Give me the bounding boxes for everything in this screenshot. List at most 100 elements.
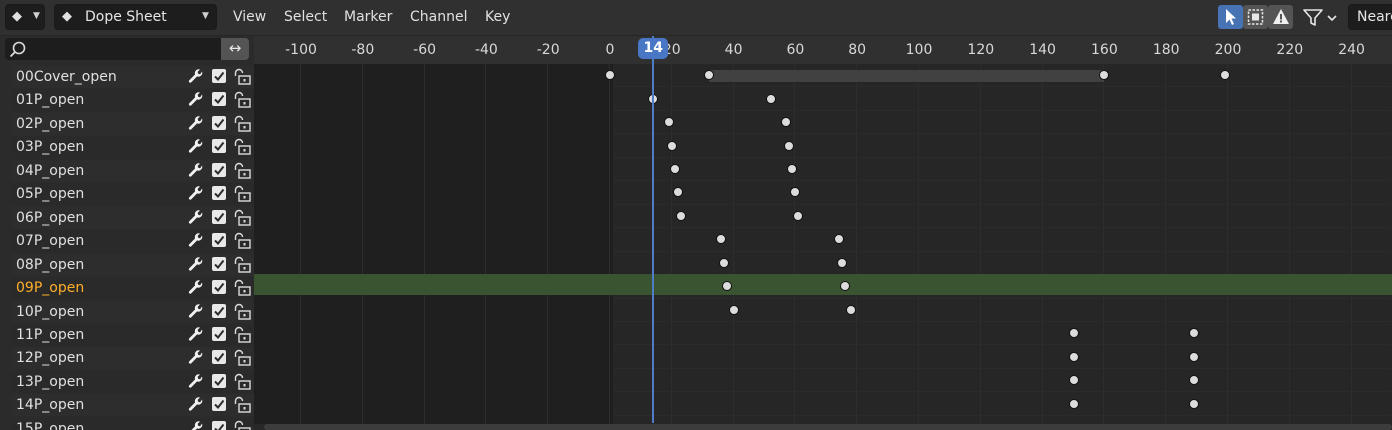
wrench-icon[interactable] [188,116,204,132]
wrench-icon[interactable] [188,186,204,202]
wrench-icon[interactable] [188,139,204,155]
keyframe[interactable] [846,304,857,315]
unlock-icon[interactable] [233,209,253,227]
wrench-icon[interactable] [188,350,204,366]
channel-row[interactable]: 10P_open [12,300,254,323]
only-show-selected-toggle[interactable] [1218,5,1243,29]
unlock-icon[interactable] [233,326,253,344]
playhead-line[interactable] [652,36,655,423]
menu-select[interactable]: Select [284,9,327,25]
keyframe[interactable] [676,210,687,221]
channel-row[interactable]: 08P_open [12,253,254,276]
enable-checkbox[interactable] [212,139,226,154]
horizontal-scrollbar[interactable] [264,424,1392,430]
keyframe[interactable] [1189,351,1199,362]
keyframe[interactable] [765,93,776,104]
enable-checkbox[interactable] [212,350,226,365]
channel-row[interactable]: 07P_open [12,230,254,253]
enable-checkbox[interactable] [212,373,226,388]
channel-row[interactable]: 15P_open [12,417,254,430]
menu-marker[interactable]: Marker [344,9,392,25]
channel-row[interactable]: 02P_open [12,112,254,135]
keyframe-area[interactable] [254,64,1392,424]
keyframe[interactable] [1219,70,1230,81]
unlock-icon[interactable] [233,420,253,430]
keyframe[interactable] [781,117,792,128]
keyframe[interactable] [1189,375,1199,386]
keyframe[interactable] [1068,375,1079,386]
wrench-icon[interactable] [188,397,204,413]
keyframe[interactable] [1068,328,1079,339]
unlock-icon[interactable] [233,256,253,274]
enable-checkbox[interactable] [212,115,226,130]
keyframe[interactable] [719,257,730,268]
keyframe[interactable] [1189,328,1199,339]
mode-dropdown[interactable]: ◆ Dope Sheet ▼ [54,4,217,30]
enable-checkbox[interactable] [212,397,226,412]
keyframe[interactable] [793,210,804,221]
only-show-errors-toggle[interactable] [1268,5,1293,29]
keyframe[interactable] [1189,398,1199,409]
channel-row[interactable]: 04P_open [12,159,254,182]
unlock-icon[interactable] [233,373,253,391]
keyframe[interactable] [672,187,683,198]
enable-checkbox[interactable] [212,69,226,83]
enable-checkbox[interactable] [212,280,226,295]
unlock-icon[interactable] [233,279,253,297]
wrench-icon[interactable] [188,374,204,390]
wrench-icon[interactable] [188,209,204,226]
enable-checkbox[interactable] [212,326,226,341]
unlock-icon[interactable] [233,349,253,367]
enable-checkbox[interactable] [212,420,226,430]
swap-arrows-icon[interactable]: ↔ [221,38,249,60]
keyframe[interactable] [666,140,677,151]
channel-row[interactable]: 13P_open [12,370,254,393]
unlock-icon[interactable] [233,68,253,86]
unlock-icon[interactable] [233,396,253,414]
keyframe[interactable] [784,140,795,151]
channel-search-input[interactable] [5,38,221,60]
unlock-icon[interactable] [233,91,253,109]
wrench-icon[interactable] [188,163,204,179]
editor-type-menu[interactable]: ◆ ▼ [5,4,45,30]
keyframe[interactable] [790,187,801,198]
wrench-icon[interactable] [188,327,204,343]
wrench-icon[interactable] [188,69,204,85]
keyframe[interactable] [605,70,615,81]
keyframe[interactable] [669,164,680,175]
channel-row[interactable]: 06P_open [12,206,254,229]
keyframe[interactable] [716,234,727,245]
menu-key[interactable]: Key [485,9,510,25]
channel-row[interactable]: 05P_open [12,183,254,206]
channel-row[interactable]: 01P_open [12,89,254,112]
wrench-icon[interactable] [188,303,204,320]
unlock-icon[interactable] [233,232,253,250]
wrench-icon[interactable] [188,256,204,273]
keyframe[interactable] [1068,398,1079,409]
keyframe[interactable] [787,164,798,175]
enable-checkbox[interactable] [212,256,226,271]
unlock-icon[interactable] [233,185,253,203]
menu-view[interactable]: View [233,9,266,25]
channel-row[interactable]: 11P_open [12,323,254,346]
wrench-icon[interactable] [188,233,204,249]
filter-dropdown[interactable] [1303,8,1341,28]
keyframe[interactable] [728,304,739,315]
enable-checkbox[interactable] [212,303,226,318]
unlock-icon[interactable] [233,115,253,133]
channel-row[interactable]: 03P_open [12,136,254,159]
unlock-icon[interactable] [233,162,253,180]
keyframe[interactable] [663,117,674,128]
enable-checkbox[interactable] [212,186,226,201]
menu-channel[interactable]: Channel [410,9,467,25]
current-frame-indicator[interactable]: 14 [638,38,669,59]
channel-row[interactable]: 12P_open [12,347,254,370]
keyframe[interactable] [836,257,847,268]
wrench-icon[interactable] [188,280,204,296]
enable-checkbox[interactable] [212,209,226,224]
wrench-icon[interactable] [188,421,204,430]
unlock-icon[interactable] [233,303,253,321]
keyframe[interactable] [1068,351,1079,362]
channel-row[interactable]: 14P_open [12,394,254,417]
unlock-icon[interactable] [233,138,253,156]
